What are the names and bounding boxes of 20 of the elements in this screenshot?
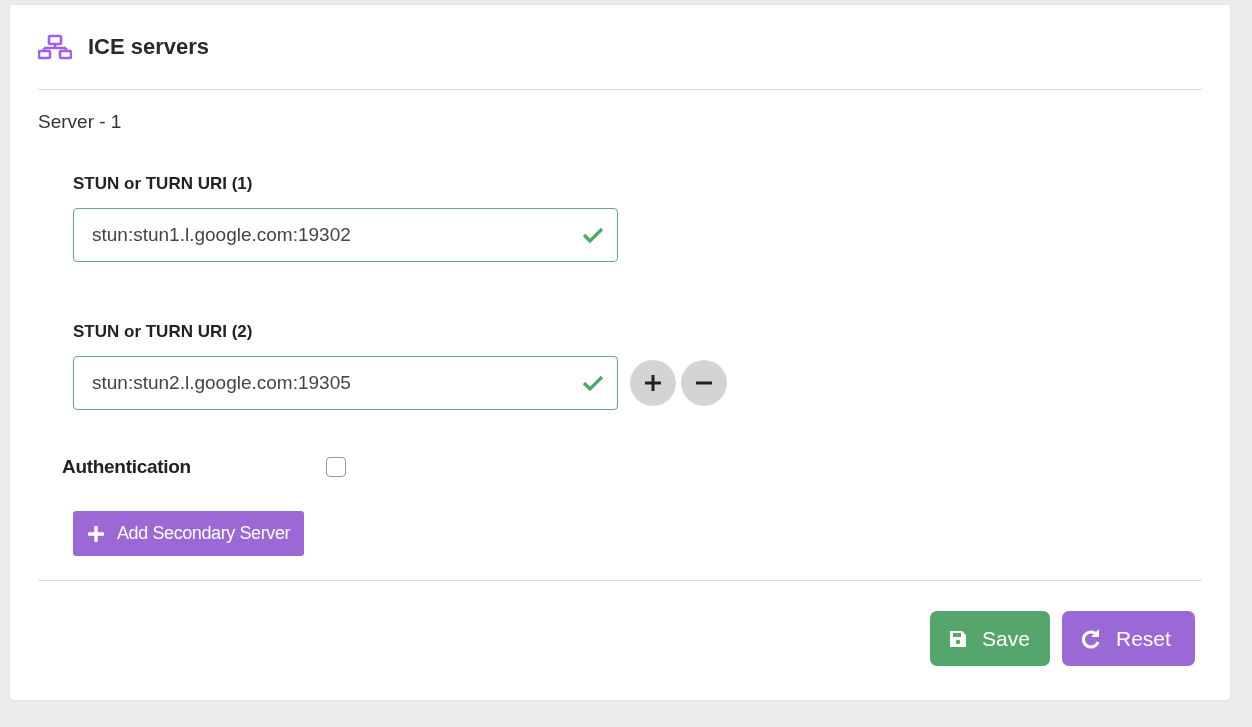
plus-icon: [87, 524, 105, 543]
reset-icon: [1080, 627, 1102, 650]
plus-icon: [644, 374, 662, 392]
uri-field[interactable]: stun:stun2.l.google.com:19305: [73, 356, 618, 410]
field-label: STUN or TURN URI (1): [73, 174, 254, 194]
authentication-checkbox[interactable]: [326, 457, 346, 477]
uri-field[interactable]: stun:stun1.l.google.com:19302: [73, 208, 618, 262]
minus-icon: [695, 381, 713, 385]
authentication-label: Authentication: [62, 456, 192, 478]
checkmark-icon: [582, 374, 604, 392]
network-icon: [38, 34, 72, 60]
remove-button[interactable]: [681, 360, 727, 406]
field-label: STUN or TURN URI (2): [73, 322, 254, 342]
checkmark-icon: [582, 226, 604, 244]
reset-button[interactable]: Reset: [1062, 611, 1195, 666]
server-label: Server - 1: [38, 111, 123, 133]
save-button[interactable]: Save: [930, 611, 1050, 666]
add-button[interactable]: [630, 360, 676, 406]
panel-title: ICE servers: [88, 34, 210, 60]
add-secondary-server-button[interactable]: Add Secondary Server: [73, 511, 305, 556]
